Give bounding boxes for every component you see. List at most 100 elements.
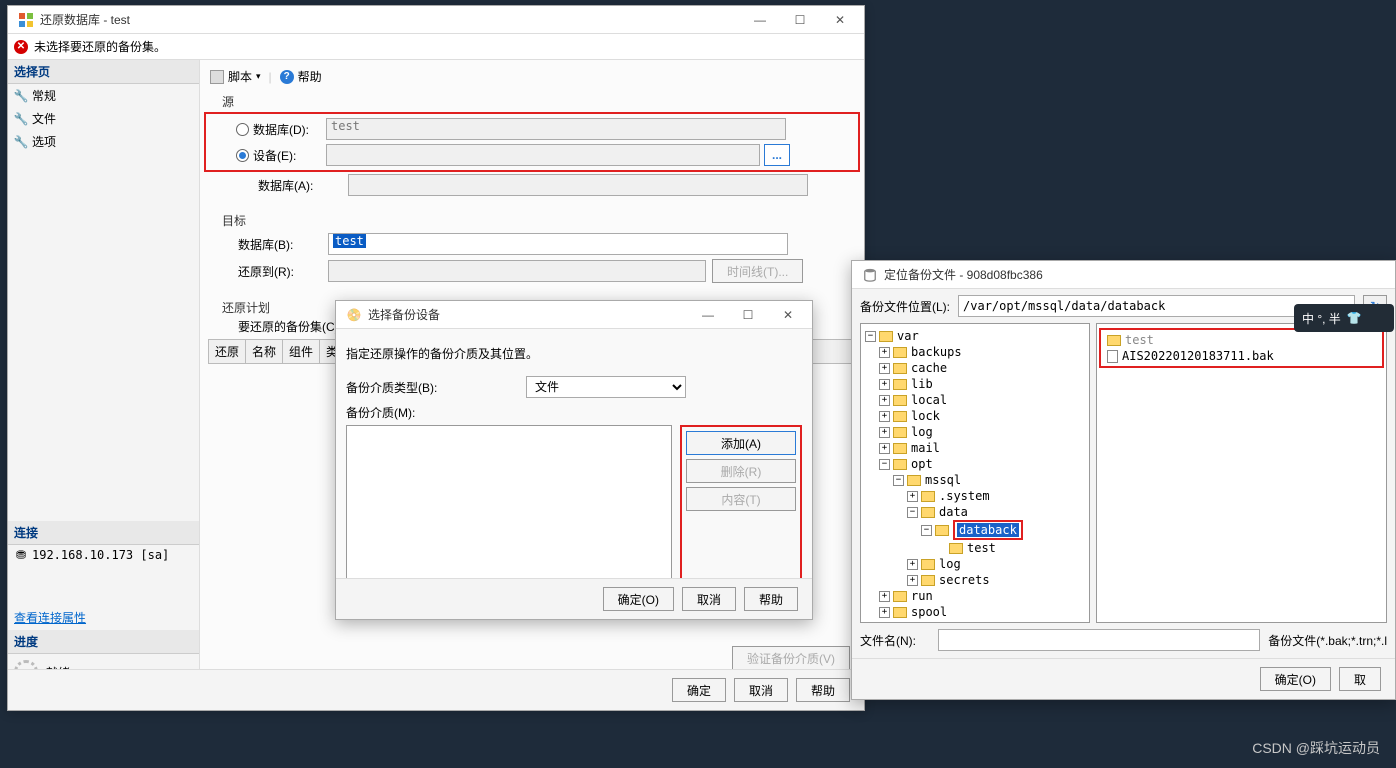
verify-media-button[interactable]: 验证备份介质(V) [732, 646, 850, 670]
collapse-icon[interactable]: − [893, 475, 904, 486]
column-header[interactable]: 名称 [246, 340, 283, 363]
dlg2-close[interactable]: ✕ [768, 301, 808, 329]
error-bar: ✕ 未选择要还原的备份集。 [8, 34, 864, 60]
expand-icon[interactable]: + [879, 347, 890, 358]
radio-checked-icon [236, 149, 249, 162]
folder-icon [893, 607, 907, 618]
tree-node[interactable]: −mssql [863, 472, 1087, 488]
folder-icon [921, 507, 935, 518]
dlg2-maximize[interactable]: ☐ [728, 301, 768, 329]
tree-node[interactable]: +lock [863, 408, 1087, 424]
expand-icon[interactable]: + [879, 363, 890, 374]
tree-node[interactable]: +spool [863, 604, 1087, 620]
tree-node[interactable]: +tmp [863, 620, 1087, 623]
radio-source-device[interactable]: 设备(E): [206, 147, 326, 164]
radio-source-database[interactable]: 数据库(D): [206, 121, 326, 138]
footer-help-button[interactable]: 帮助 [796, 678, 850, 702]
tree-node[interactable]: +cache [863, 360, 1087, 376]
add-button[interactable]: 添加(A) [686, 431, 796, 455]
target-db-select[interactable]: test [328, 233, 788, 255]
expand-icon[interactable]: + [879, 607, 890, 618]
remove-button[interactable]: 删除(R) [686, 459, 796, 483]
expand-icon[interactable]: + [879, 443, 890, 454]
tree-node[interactable]: +log [863, 556, 1087, 572]
dlg2-footer: 确定(O) 取消 帮助 [336, 578, 812, 619]
expand-icon[interactable]: + [879, 427, 890, 438]
backup-file-item[interactable]: AIS20220120183711.bak [1103, 348, 1380, 364]
column-header[interactable]: 组件 [283, 340, 320, 363]
view-connection-props-link[interactable]: 查看连接属性 [8, 605, 199, 630]
filter-label: 备份文件(*.bak;*.trn;*.l [1268, 632, 1387, 649]
tree-node[interactable]: −opt [863, 456, 1087, 472]
expand-icon[interactable]: + [879, 591, 890, 602]
ok-button[interactable]: 确定 [672, 678, 726, 702]
dlg2-ok[interactable]: 确定(O) [603, 587, 674, 611]
file-icon [1107, 350, 1118, 363]
media-listbox[interactable] [346, 425, 672, 585]
browse-device-button[interactable]: ... [764, 144, 790, 166]
source-label: 源 [208, 89, 856, 112]
nav-options[interactable]: 🔧选项 [8, 130, 199, 153]
folder-icon [893, 363, 907, 374]
dlg2-cancel[interactable]: 取消 [682, 587, 736, 611]
media-type-select[interactable]: 文件 [526, 376, 686, 398]
script-button[interactable]: 脚本▾ [210, 68, 261, 85]
restore-to-text [328, 260, 706, 282]
dlg2-instruction: 指定还原操作的备份介质及其位置。 [346, 339, 802, 374]
folder-icon [893, 379, 907, 390]
select-backup-device-dialog: 📀 选择备份设备 — ☐ ✕ 指定还原操作的备份介质及其位置。 备份介质类型(B… [335, 300, 813, 620]
tree-node[interactable]: +local [863, 392, 1087, 408]
expand-icon[interactable]: + [907, 575, 918, 586]
error-message: 未选择要还原的备份集。 [34, 38, 166, 55]
contents-button[interactable]: 内容(T) [686, 487, 796, 511]
collapse-icon[interactable]: − [907, 507, 918, 518]
nav-files[interactable]: 🔧文件 [8, 107, 199, 130]
collapse-icon[interactable]: − [879, 459, 890, 470]
ime-indicator: 中 °, 半 👕 [1294, 304, 1394, 332]
maximize-button[interactable]: ☐ [780, 6, 820, 34]
select-page-header: 选择页 [8, 60, 199, 84]
tree-node[interactable]: −var [863, 328, 1087, 344]
minimize-button[interactable]: — [740, 6, 780, 34]
filename-input[interactable] [938, 629, 1260, 651]
folder-tree[interactable]: −var+backups+cache+lib+local+lock+log+ma… [860, 323, 1090, 623]
expand-icon[interactable]: + [879, 379, 890, 390]
wrench-icon: 🔧 [14, 135, 28, 149]
tree-node[interactable]: −data [863, 504, 1087, 520]
expand-icon[interactable]: + [879, 411, 890, 422]
column-header[interactable]: 还原 [209, 340, 246, 363]
expand-icon[interactable]: + [907, 559, 918, 570]
tree-node[interactable]: +secrets [863, 572, 1087, 588]
nav-general[interactable]: 🔧常规 [8, 84, 199, 107]
database-icon [862, 267, 878, 283]
expand-icon[interactable]: + [879, 623, 890, 624]
tree-node[interactable]: +.system [863, 488, 1087, 504]
dlg2-help[interactable]: 帮助 [744, 587, 798, 611]
expand-icon[interactable]: + [879, 395, 890, 406]
tree-node[interactable]: +mail [863, 440, 1087, 456]
tree-node[interactable]: test [863, 540, 1087, 556]
close-button[interactable]: ✕ [820, 6, 860, 34]
collapse-icon[interactable]: − [865, 331, 876, 342]
tree-node[interactable]: +lib [863, 376, 1087, 392]
tree-node[interactable]: +log [863, 424, 1087, 440]
watermark: CSDN @踩坑运动员 [1252, 738, 1380, 758]
folder-icon [893, 591, 907, 602]
dlg2-title: 选择备份设备 [368, 306, 688, 323]
file-list[interactable]: test AIS20220120183711.bak [1096, 323, 1387, 623]
expand-icon[interactable]: + [907, 491, 918, 502]
folder-icon [949, 543, 963, 554]
dlg3-cancel[interactable]: 取 [1339, 667, 1381, 691]
folder-icon [921, 559, 935, 570]
target-label: 目标 [208, 208, 856, 231]
tree-node[interactable]: −databack [863, 520, 1087, 540]
dlg2-minimize[interactable]: — [688, 301, 728, 329]
folder-icon [893, 347, 907, 358]
dlg3-ok[interactable]: 确定(O) [1260, 667, 1331, 691]
cancel-button[interactable]: 取消 [734, 678, 788, 702]
collapse-icon[interactable]: − [921, 525, 932, 536]
tree-node[interactable]: +backups [863, 344, 1087, 360]
help-button[interactable]: ?帮助 [280, 68, 322, 85]
tree-node[interactable]: +run [863, 588, 1087, 604]
timeline-button[interactable]: 时间线(T)... [712, 259, 803, 283]
